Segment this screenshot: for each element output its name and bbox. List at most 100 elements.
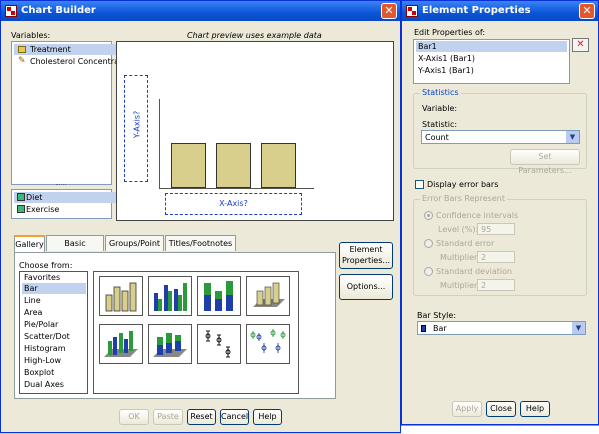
- clustered-error-bar-icon: [250, 329, 286, 353]
- bar-style-icon: [421, 325, 426, 332]
- element-properties-app-icon: [406, 5, 418, 17]
- categories-list: Diet Exercise: [11, 189, 120, 219]
- element-item-y-axis1[interactable]: Y-Axis1 (Bar1): [416, 65, 474, 76]
- chart-builder-app-icon: [5, 5, 17, 17]
- scale-variable-icon: ✎: [18, 56, 26, 66]
- delete-x-icon: ✕: [576, 39, 585, 50]
- tab-basic-elements[interactable]: Basic Elements: [46, 235, 104, 263]
- sd-multiplier-value: 2: [481, 281, 487, 290]
- apply-button[interactable]: Apply: [452, 401, 482, 417]
- y-axis-line: [159, 99, 160, 188]
- reset-button[interactable]: Reset: [187, 409, 216, 425]
- tab-titles-footnotes[interactable]: Titles/Footnotes: [165, 235, 236, 251]
- error-bars-group-label: Error Bars Represent: [420, 194, 507, 203]
- chart-builder-close-button[interactable]: ✕: [381, 3, 397, 19]
- preview-bar: [216, 143, 251, 188]
- chart-preview-canvas[interactable]: Y-Axis? X-Axis?: [116, 41, 394, 221]
- chart-type-pie-polar[interactable]: Pie/Polar: [22, 319, 58, 330]
- chart-thumbnail-gallery: [93, 271, 299, 394]
- element-item-x-axis1[interactable]: X-Axis1 (Bar1): [416, 53, 475, 64]
- options-button[interactable]: Options...: [339, 274, 393, 300]
- standard-error-radio[interactable]: [424, 239, 433, 248]
- clustered-error-bar-thumbnail[interactable]: [246, 324, 290, 364]
- bar-style-dropdown[interactable]: Bar ▼: [417, 321, 586, 335]
- stacked-bar-icon: [204, 281, 233, 311]
- element-properties-window: Element Properties ✕ Edit Properties of:…: [401, 0, 599, 425]
- variable-item-treatment[interactable]: Treatment: [14, 44, 124, 55]
- chart-type-area[interactable]: Area: [22, 307, 42, 318]
- 3d-clustered-bar-icon: [104, 331, 138, 357]
- element-item-bar1[interactable]: Bar1: [416, 41, 567, 52]
- clustered-bar-icon: [154, 283, 187, 311]
- dropdown-arrow-icon: ▼: [566, 131, 579, 143]
- statistics-group: Statistics Variable: Statistic: Count ▼ …: [413, 88, 587, 175]
- standard-deviation-label: Standard deviation: [436, 267, 513, 276]
- simple-bar-thumbnail[interactable]: [99, 276, 143, 316]
- clustered-bar-thumbnail[interactable]: [148, 276, 192, 316]
- chart-type-bar[interactable]: Bar: [22, 283, 86, 294]
- confidence-intervals-label: Confidence intervals: [436, 211, 519, 220]
- level-input[interactable]: 95: [477, 223, 515, 235]
- chart-type-high-low[interactable]: High-Low: [22, 355, 61, 366]
- statistic-label: Statistic:: [422, 120, 458, 129]
- error-bar-thumbnail[interactable]: [197, 324, 241, 364]
- level-input-value: 95: [481, 225, 492, 234]
- x-axis-line: [159, 188, 314, 189]
- help-button[interactable]: Help: [520, 401, 550, 417]
- category-label: Exercise: [26, 205, 60, 214]
- chart-type-favorites[interactable]: Favorites: [22, 272, 60, 283]
- element-properties-titlebar[interactable]: Element Properties: [402, 1, 598, 21]
- preview-bar: [261, 143, 296, 188]
- variable-item-cholesterol[interactable]: ✎ Cholesterol Concentrat...: [14, 56, 130, 67]
- variables-list[interactable]: Treatment ✎ Cholesterol Concentrat...: [11, 41, 130, 185]
- delete-element-button[interactable]: ✕: [572, 38, 589, 52]
- elements-list[interactable]: Bar1 X-Axis1 (Bar1) Y-Axis1 (Bar1): [413, 39, 570, 84]
- gallery-panel: Choose from: Favorites Bar Line Area Pie…: [14, 252, 336, 399]
- se-multiplier-value: 2: [481, 253, 487, 262]
- chart-builder-titlebar[interactable]: Chart Builder: [1, 1, 400, 21]
- element-properties-title: Element Properties: [422, 5, 531, 16]
- sd-multiplier-label: Multiplier:: [440, 281, 480, 290]
- gallery-tab-strip: Gallery Basic Elements Groups/Point ID T…: [14, 235, 336, 263]
- display-error-bars-checkbox[interactable]: [415, 180, 424, 189]
- help-button[interactable]: Help: [253, 409, 282, 425]
- 3d-stacked-bar-thumbnail[interactable]: [148, 324, 192, 364]
- paste-button[interactable]: Paste: [153, 409, 183, 425]
- standard-deviation-radio[interactable]: [424, 267, 433, 276]
- chart-type-boxplot[interactable]: Boxplot: [22, 367, 54, 378]
- y-axis-drop-zone[interactable]: Y-Axis?: [124, 75, 148, 182]
- chart-builder-window: Chart Builder ✕ Variables: Treatment ✎ C…: [0, 0, 401, 433]
- variable-label: Treatment: [30, 45, 71, 54]
- set-parameters-button[interactable]: Set Parameters...: [510, 149, 580, 175]
- element-properties-button[interactable]: Element Properties...: [339, 242, 393, 269]
- statistic-dropdown[interactable]: Count ▼: [421, 130, 580, 144]
- list-splitter-handle[interactable]: [56, 184, 66, 188]
- category-item-exercise: Exercise: [14, 204, 59, 215]
- stacked-bar-thumbnail[interactable]: [197, 276, 241, 316]
- statistic-dropdown-value: Count: [425, 133, 449, 142]
- close-button[interactable]: Close: [486, 401, 516, 417]
- ok-button[interactable]: OK: [119, 409, 149, 425]
- 3d-clustered-bar-thumbnail[interactable]: [99, 324, 143, 364]
- chart-type-dual-axes[interactable]: Dual Axes: [22, 379, 64, 390]
- variables-label: Variables:: [11, 31, 51, 40]
- sd-multiplier-input[interactable]: 2: [477, 279, 515, 291]
- category-item-diet: Diet: [14, 192, 120, 203]
- x-axis-drop-zone[interactable]: X-Axis?: [165, 193, 302, 215]
- chart-type-line[interactable]: Line: [22, 295, 41, 306]
- preview-bar: [171, 143, 206, 188]
- chart-type-histogram[interactable]: Histogram: [22, 343, 66, 354]
- bar-style-value: Bar: [433, 324, 447, 333]
- chart-type-scatter-dot[interactable]: Scatter/Dot: [22, 331, 70, 342]
- confidence-intervals-radio[interactable]: [424, 211, 433, 220]
- se-multiplier-input[interactable]: 2: [477, 251, 515, 263]
- tab-gallery[interactable]: Gallery: [14, 235, 45, 252]
- tab-groups-point-id[interactable]: Groups/Point ID: [105, 235, 164, 263]
- 3d-bar-thumbnail[interactable]: [246, 276, 290, 316]
- statistics-group-label: Statistics: [420, 88, 461, 97]
- error-bar-icon: [205, 330, 231, 358]
- element-properties-close-button[interactable]: ✕: [579, 3, 595, 19]
- edit-properties-label: Edit Properties of:: [414, 28, 486, 37]
- chart-type-list[interactable]: Favorites Bar Line Area Pie/Polar Scatte…: [19, 271, 88, 394]
- cancel-button[interactable]: Cancel: [220, 409, 249, 425]
